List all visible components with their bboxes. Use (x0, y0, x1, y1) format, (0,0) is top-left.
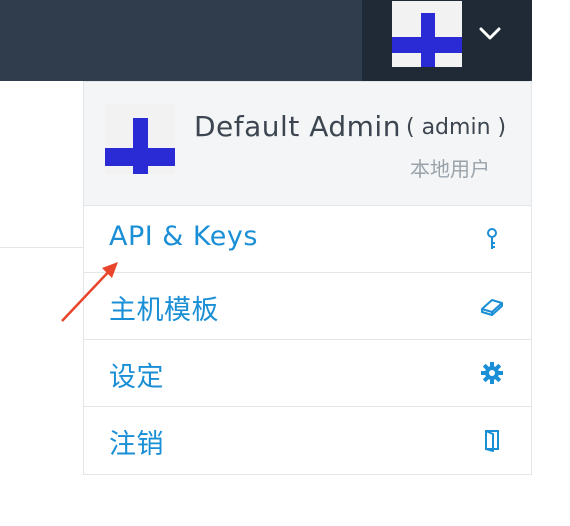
menu-item-label: 注销 (109, 429, 164, 460)
avatar (392, 0, 462, 67)
user-type: 本地用户 (410, 157, 490, 181)
menu-item-label: 主机模板 (109, 295, 219, 326)
user-login: ( admin ) (406, 115, 507, 140)
user-dropdown-menu: Default Admin ( admin ) 本地用户 API & Keys … (83, 81, 532, 475)
menu-item-api-keys[interactable]: API & Keys (84, 206, 531, 273)
menu-item-label: API & Keys (109, 221, 258, 252)
door-icon (485, 430, 499, 452)
menu-item-label: 设定 (109, 362, 164, 393)
user-name: Default Admin (194, 110, 401, 143)
user-info-header: Default Admin ( admin ) 本地用户 (84, 82, 531, 206)
divider (0, 247, 84, 248)
menu-item-logout[interactable]: 注销 (84, 407, 531, 474)
page-content (0, 81, 84, 248)
key-icon (487, 228, 497, 249)
gear-icon (481, 362, 503, 384)
eraser-icon (481, 299, 503, 316)
chevron-down-icon (479, 27, 501, 39)
user-avatar (105, 104, 175, 174)
menu-item-settings[interactable]: 设定 (84, 340, 531, 407)
user-menu-toggle[interactable] (362, 0, 532, 81)
menu-item-host-templates[interactable]: 主机模板 (84, 273, 531, 340)
